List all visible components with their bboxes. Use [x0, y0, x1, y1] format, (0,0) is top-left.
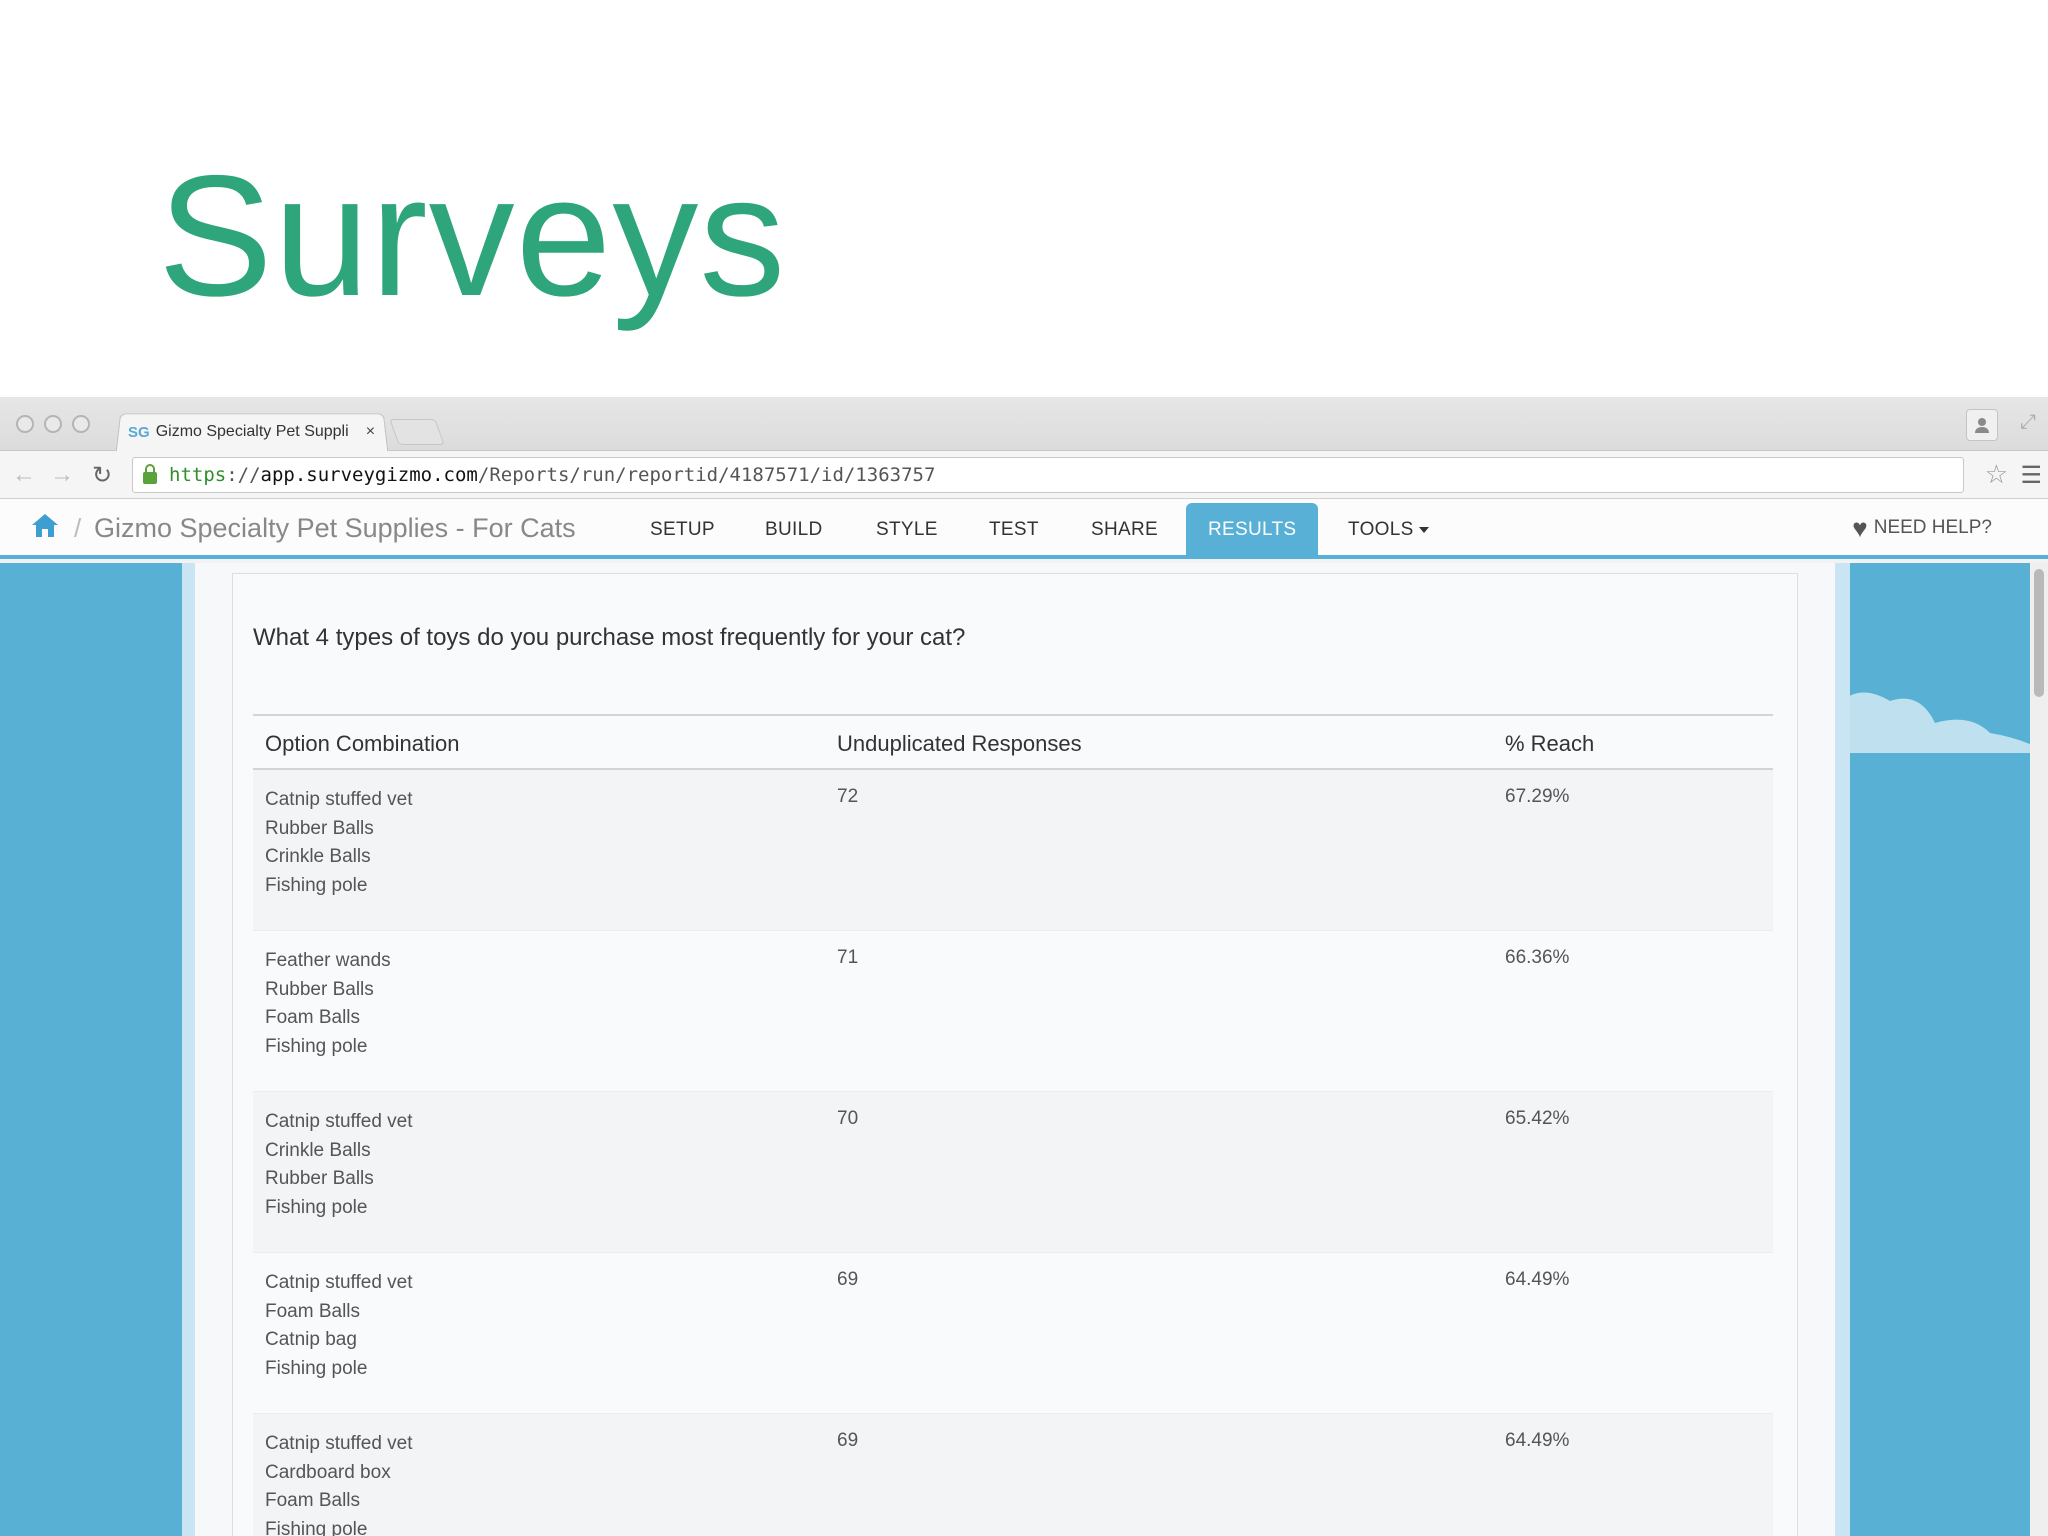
slide-title: Surveys: [158, 140, 787, 332]
table-row: Catnip stuffed vet Cardboard box Foam Ba…: [253, 1414, 1773, 1536]
option-item: Fishing pole: [265, 1357, 368, 1379]
column-header-reach: % Reach: [1505, 731, 1595, 756]
window-minimize-icon[interactable]: [44, 415, 62, 433]
reach-cell: 64.49%: [1505, 1430, 1570, 1451]
reach-cell: 64.49%: [1505, 1269, 1570, 1290]
url-host: app.surveygizmo.com: [260, 464, 478, 486]
url-scheme: https: [169, 464, 227, 486]
option-item: Catnip stuffed vet: [265, 1111, 413, 1132]
option-item: Cardboard box: [265, 1461, 391, 1483]
reload-icon[interactable]: ↻: [92, 461, 112, 490]
option-combination-cell: Feather wands Rubber Balls Foam Balls Fi…: [265, 947, 391, 1061]
back-arrow-icon[interactable]: ←: [12, 461, 36, 489]
option-item: Fishing pole: [265, 874, 368, 896]
tab-style[interactable]: STYLE: [876, 519, 938, 541]
lock-icon: [143, 464, 157, 484]
scrollbar-thumb[interactable]: [2034, 569, 2044, 697]
option-item: Rubber Balls: [265, 1168, 374, 1190]
tab-setup[interactable]: SETUP: [650, 519, 715, 541]
results-table: Option Combination Unduplicated Response…: [253, 714, 1773, 1536]
table-row: Catnip stuffed vet Crinkle Balls Rubber …: [253, 1092, 1773, 1253]
option-item: Crinkle Balls: [265, 846, 371, 868]
url-separator: ://: [226, 464, 261, 486]
tab-tools-dropdown[interactable]: TOOLS: [1348, 519, 1429, 541]
vertical-scrollbar[interactable]: [2030, 563, 2048, 1536]
tab-share[interactable]: SHARE: [1091, 519, 1158, 541]
table-header: Option Combination Unduplicated Response…: [253, 714, 1773, 770]
forward-arrow-icon[interactable]: →: [50, 461, 74, 489]
tab-tools-label: TOOLS: [1348, 519, 1414, 540]
option-item: Catnip bag: [265, 1329, 357, 1351]
profile-icon[interactable]: [1966, 409, 1998, 441]
browser-window: SG Gizmo Specialty Pet Suppli × ⤢ ← → ↻ …: [0, 397, 2048, 1536]
resize-icon[interactable]: ⤢: [2020, 411, 2036, 434]
option-item: Foam Balls: [265, 1490, 361, 1512]
app-header: / Gizmo Specialty Pet Supplies - For Cat…: [0, 499, 2048, 559]
bookmark-star-icon[interactable]: ☆: [1985, 459, 2008, 490]
table-row: Catnip stuffed vet Foam Balls Catnip bag…: [253, 1253, 1773, 1414]
reach-cell: 66.36%: [1505, 947, 1570, 968]
responses-cell: 72: [837, 786, 859, 807]
tab-title: Gizmo Specialty Pet Suppli: [155, 423, 349, 440]
report-content-area: What 4 types of toys do you purchase mos…: [0, 563, 2030, 1536]
need-help-label: NEED HELP?: [1873, 517, 1992, 538]
address-bar: ← → ↻ https://app.surveygizmo.com/Report…: [0, 451, 2048, 499]
option-combination-cell: Catnip stuffed vet Foam Balls Catnip bag…: [265, 1269, 413, 1383]
report-card: What 4 types of toys do you purchase mos…: [232, 573, 1798, 1536]
reach-cell: 65.42%: [1505, 1108, 1570, 1129]
option-item: Catnip stuffed vet: [265, 1272, 413, 1293]
option-item: Foam Balls: [265, 1007, 361, 1029]
surveygizmo-favicon-icon: SG: [128, 423, 150, 441]
responses-cell: 69: [837, 1269, 859, 1290]
option-item: Catnip stuffed vet: [265, 1433, 413, 1454]
column-header-option-combination: Option Combination: [265, 731, 460, 756]
tab-results[interactable]: RESULTS: [1186, 503, 1319, 555]
survey-name[interactable]: Gizmo Specialty Pet Supplies - For Cats: [94, 513, 576, 544]
url-input[interactable]: https://app.surveygizmo.com/Reports/run/…: [132, 457, 1964, 493]
option-item: Rubber Balls: [265, 817, 374, 839]
option-item: Crinkle Balls: [265, 1139, 371, 1161]
option-item: Fishing pole: [265, 1518, 368, 1536]
option-item: Fishing pole: [265, 1196, 368, 1218]
url-path: /Reports/run/reportid/4187571/id/1363757: [477, 464, 936, 486]
option-combination-cell: Catnip stuffed vet Rubber Balls Crinkle …: [265, 786, 413, 900]
table-row: Catnip stuffed vet Rubber Balls Crinkle …: [253, 770, 1773, 931]
option-item: Foam Balls: [265, 1300, 361, 1322]
option-item: Fishing pole: [265, 1035, 368, 1057]
tab-test[interactable]: TEST: [989, 519, 1039, 541]
responses-cell: 70: [837, 1108, 859, 1129]
responses-cell: 71: [837, 947, 859, 968]
hamburger-menu-icon[interactable]: ☰: [2020, 461, 2042, 490]
tab-build[interactable]: BUILD: [765, 519, 822, 541]
option-item: Rubber Balls: [265, 978, 374, 1000]
heart-icon: ♥: [1852, 513, 1868, 543]
responses-cell: 69: [837, 1430, 859, 1451]
table-row: Feather wands Rubber Balls Foam Balls Fi…: [253, 931, 1773, 1092]
option-combination-cell: Catnip stuffed vet Cardboard box Foam Ba…: [265, 1430, 413, 1536]
column-header-unduplicated-responses: Unduplicated Responses: [837, 731, 1082, 756]
browser-tab-bar: SG Gizmo Specialty Pet Suppli × ⤢: [0, 397, 2048, 452]
option-item: Catnip stuffed vet: [265, 789, 413, 810]
question-text: What 4 types of toys do you purchase mos…: [253, 624, 966, 651]
reach-cell: 67.29%: [1505, 786, 1570, 807]
cloud-decoration: [1840, 692, 2030, 753]
breadcrumb-separator: /: [74, 513, 82, 543]
home-icon[interactable]: [30, 511, 60, 539]
option-combination-cell: Catnip stuffed vet Crinkle Balls Rubber …: [265, 1108, 413, 1222]
window-close-icon[interactable]: [16, 415, 34, 433]
need-help-link[interactable]: ♥ NEED HELP?: [1852, 515, 1992, 541]
tab-close-icon[interactable]: ×: [366, 423, 375, 441]
window-zoom-icon[interactable]: [72, 415, 90, 433]
option-item: Feather wands: [265, 950, 391, 971]
new-tab-button[interactable]: [389, 419, 445, 445]
